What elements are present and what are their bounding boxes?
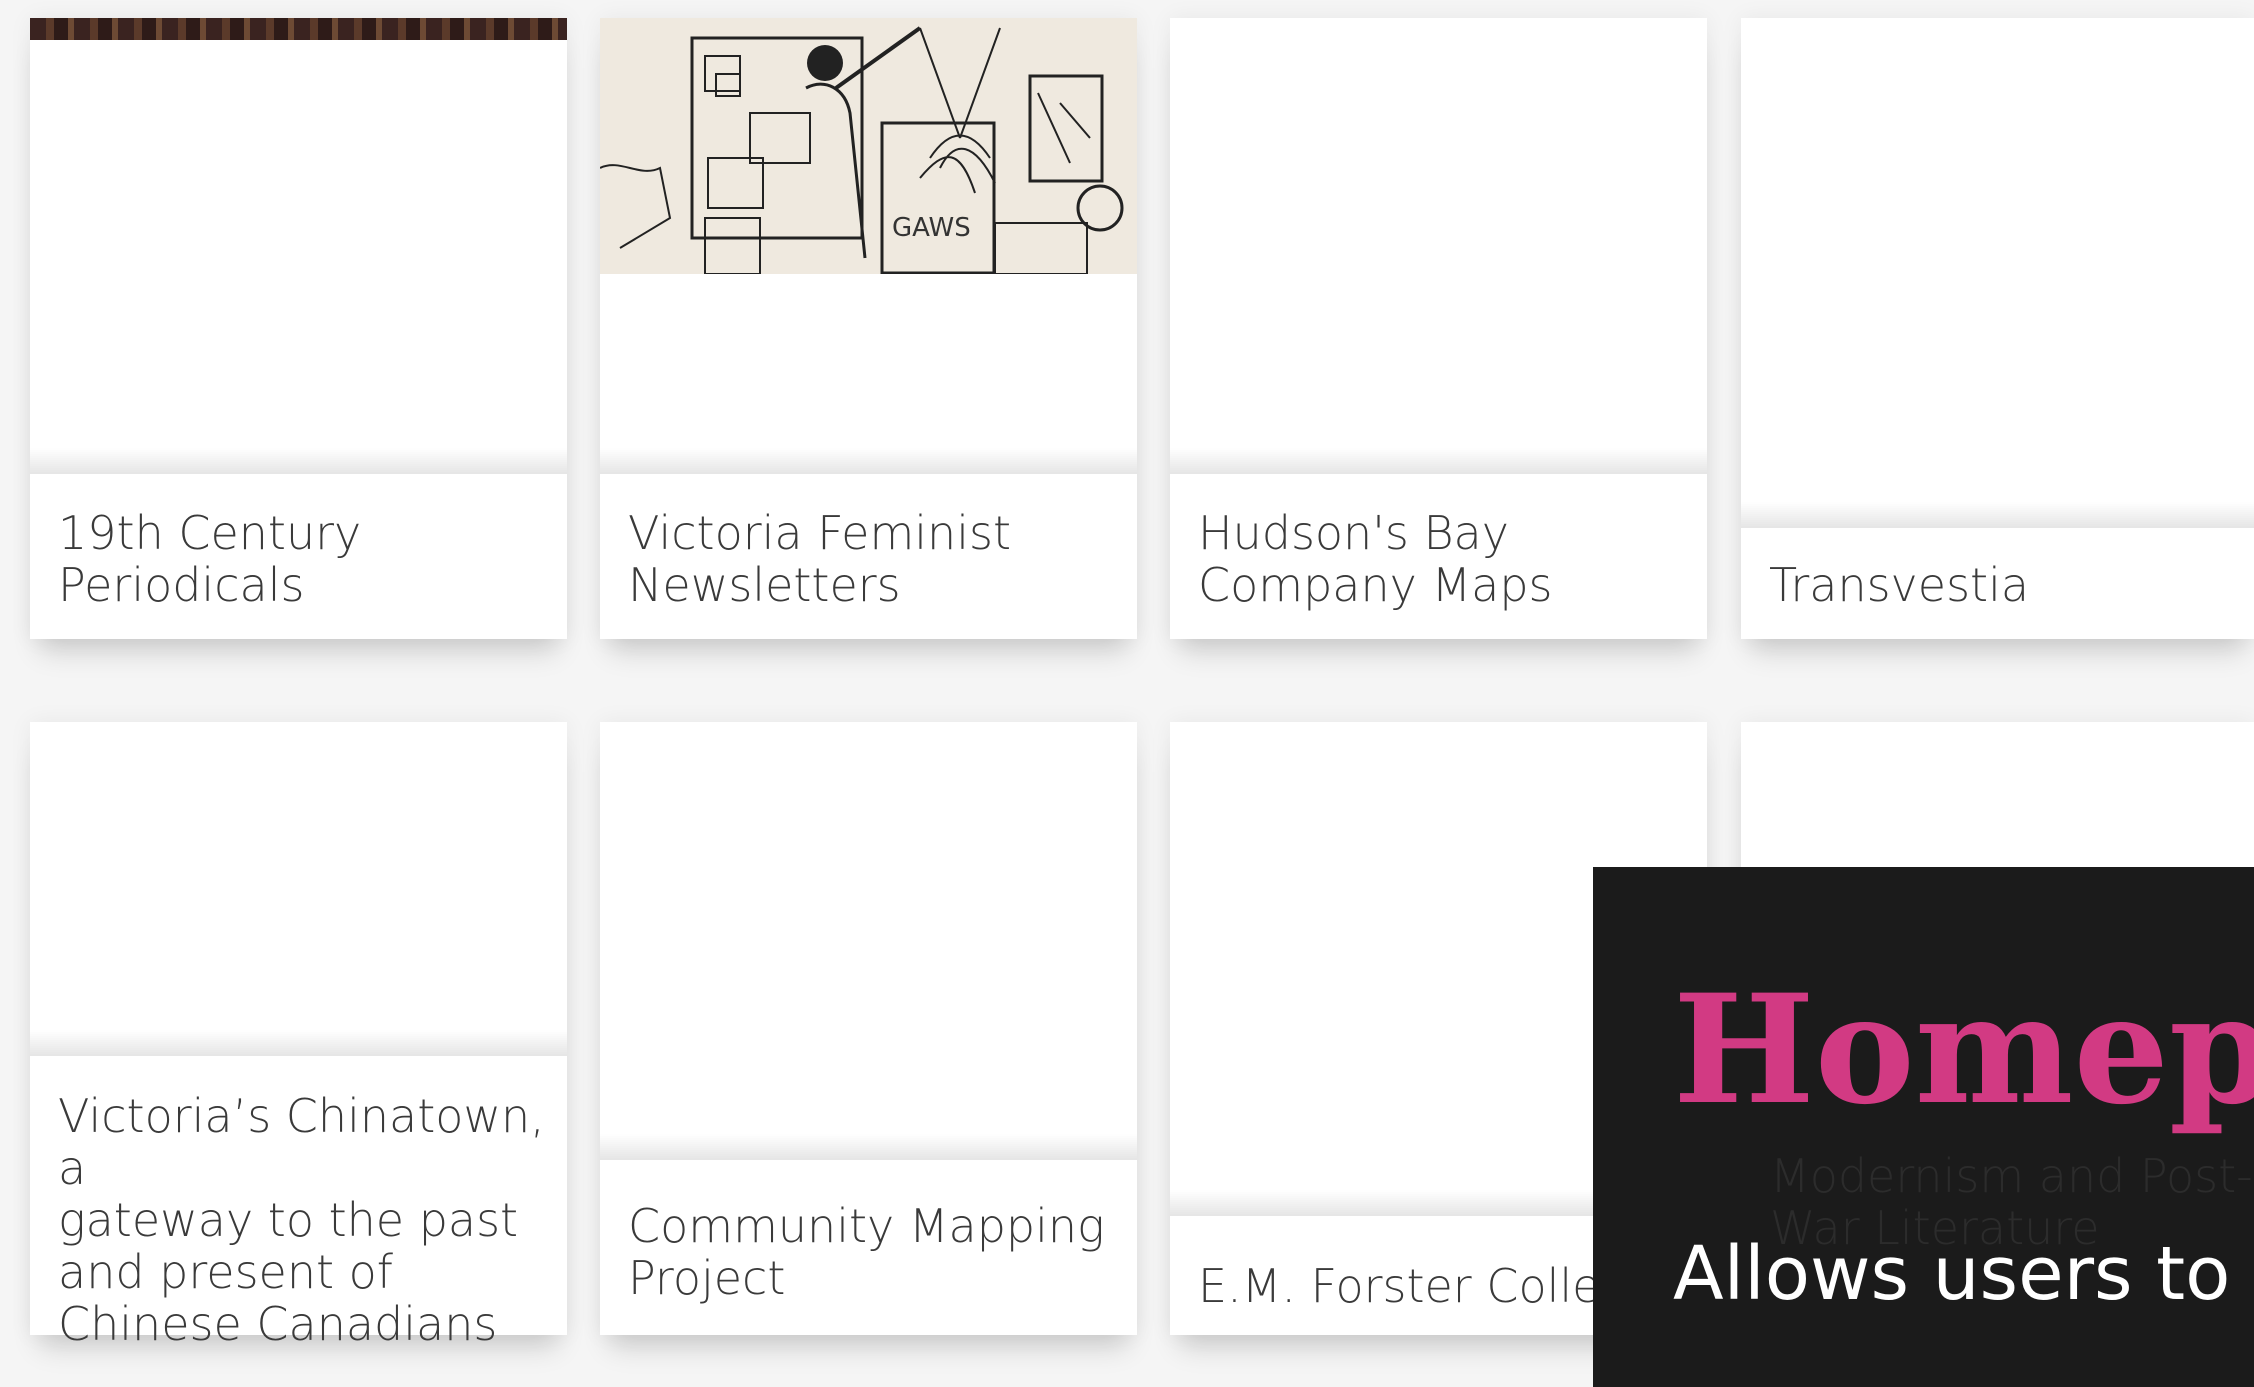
- card-title-line: War Literature: [1770, 1201, 2100, 1255]
- card-title-line: Hudson's Bay: [1198, 506, 1509, 560]
- card-title-line: 19th Century: [58, 506, 362, 560]
- card-hudsons-bay-company-maps[interactable]: Hudson's Bay Company Maps: [1170, 18, 1707, 639]
- sketch-illustration: GAWS: [600, 18, 1137, 274]
- tooltip-title: Homepa: [1673, 962, 2254, 1138]
- card-title-line: Company Maps: [1198, 558, 1553, 612]
- card-title: Hudson's Bay Company Maps: [1170, 474, 1707, 639]
- svg-text:GAWS: GAWS: [892, 213, 971, 243]
- card-image: [1170, 18, 1707, 474]
- card-title-line: Project: [628, 1251, 786, 1305]
- card-photo-strip: [30, 18, 567, 40]
- homepage-tooltip: Homepa Allows users to fi: [1593, 867, 2254, 1387]
- card-title-line: Chinese Canadians: [58, 1297, 498, 1351]
- card-19th-century-periodicals[interactable]: 19th Century Periodicals: [30, 18, 567, 639]
- card-sketch-image: GAWS: [600, 18, 1137, 274]
- card-community-mapping-project[interactable]: Community Mapping Project: [600, 722, 1137, 1335]
- card-title-line: Victoria Feminist: [628, 506, 1011, 560]
- card-transvestia[interactable]: Transvestia: [1741, 18, 2254, 639]
- card-title: Victoria’s Chinatown, a gateway to the p…: [30, 1056, 567, 1350]
- card-victoria-feminist-newsletters[interactable]: GAWS Victoria Feminist Newsletters: [600, 18, 1137, 639]
- card-image: [1741, 18, 2254, 528]
- card-title-line: Victoria’s Chinatown, a: [58, 1089, 545, 1195]
- card-title: 19th Century Periodicals: [30, 474, 567, 639]
- card-image: [30, 40, 567, 474]
- card-title-line: Modernism and Post-: [1770, 1149, 2253, 1203]
- card-image: [30, 722, 567, 1056]
- card-title-modernism: Modernism and Post- War Literature: [1770, 1150, 2253, 1254]
- card-title-line: Community Mapping: [628, 1199, 1105, 1253]
- card-title: Community Mapping Project: [600, 1160, 1137, 1335]
- card-title-line: Periodicals: [58, 558, 305, 612]
- card-image: [600, 722, 1137, 1160]
- card-title: Transvestia: [1741, 528, 2254, 639]
- card-title-line: and present of: [58, 1245, 393, 1299]
- card-title-line: Newsletters: [628, 558, 901, 612]
- card-title-line: gateway to the past: [58, 1193, 519, 1247]
- card-title: Victoria Feminist Newsletters: [600, 474, 1137, 639]
- card-image-spacer: [600, 274, 1137, 474]
- card-victorias-chinatown[interactable]: Victoria’s Chinatown, a gateway to the p…: [30, 722, 567, 1350]
- card-title-line: Transvestia: [1769, 558, 2030, 612]
